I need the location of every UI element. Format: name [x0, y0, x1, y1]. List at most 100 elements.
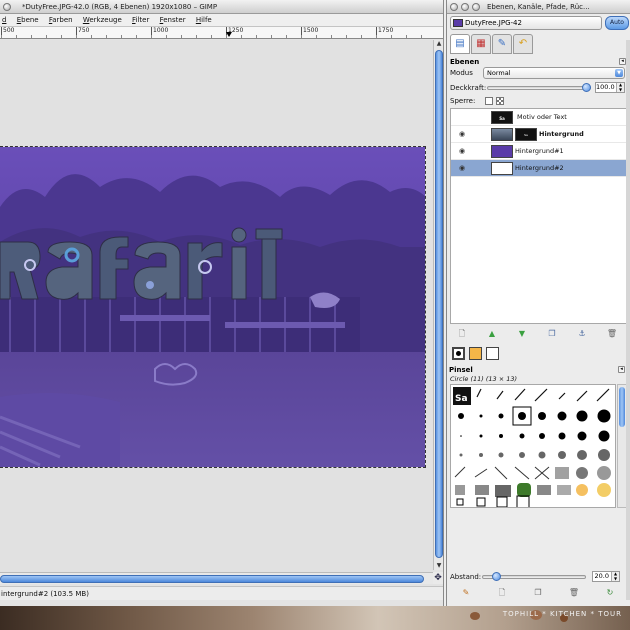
- layer-row[interactable]: ◉ Hintergrund#1: [451, 143, 626, 160]
- menu-item-windows[interactable]: Fenster: [158, 14, 192, 26]
- eye-icon[interactable]: ◉: [456, 130, 468, 139]
- tab-paths[interactable]: ✎: [492, 34, 512, 54]
- spin-arrows-icon[interactable]: ▲ ▼: [616, 82, 624, 92]
- ruler-label: 750: [76, 27, 89, 38]
- zoom-icon[interactable]: [472, 3, 480, 11]
- brush-panel-empty-space: [450, 508, 627, 568]
- delete-layer-icon[interactable]: 🗑: [606, 328, 618, 340]
- menu-item-help[interactable]: Hilfe: [194, 14, 218, 26]
- edit-brush-icon[interactable]: ✎: [460, 587, 472, 599]
- auto-button[interactable]: Auto: [605, 16, 629, 30]
- watermark: TOPHILL * KITCHEN * TOUR: [502, 610, 622, 618]
- layer-row[interactable]: ◉ Sa Hintergrund: [451, 126, 626, 143]
- ruler-minor-tick: [76, 35, 77, 38]
- ruler-minor-tick: [1, 35, 2, 38]
- brush-thumbnails: Sa: [453, 387, 611, 507]
- spacing-spinbox[interactable]: 20.0 ▲ ▼: [592, 571, 620, 582]
- dock-titlebar[interactable]: Ebenen, Kanäle, Pfade, Rüc...: [447, 0, 630, 14]
- panel-config-icon[interactable]: ◂: [619, 58, 626, 65]
- vertical-scroll-thumb[interactable]: [435, 50, 443, 558]
- spin-arrows-icon[interactable]: ▲ ▼: [611, 571, 619, 581]
- minimize-icon[interactable]: [461, 3, 469, 11]
- layer-row[interactable]: Sa Motiv oder Text: [451, 109, 626, 126]
- delete-brush-icon[interactable]: 🗑: [568, 587, 580, 599]
- photo-content: [0, 147, 425, 467]
- horizontal-scroll-thumb[interactable]: [0, 575, 424, 583]
- image-window: *DutyFree.JPG-42.0 (RGB, 4 Ebenen) 1920x…: [0, 0, 444, 606]
- current-brush-label: Circle (11) (13 × 13): [450, 375, 518, 383]
- lock-alpha-icon[interactable]: [496, 97, 504, 105]
- scroll-up-icon[interactable]: ▲: [435, 40, 443, 48]
- menu-bar: d Ebene Farben Werkzeuge Filter Fenster …: [0, 14, 443, 27]
- duplicate-brush-icon[interactable]: ❐: [532, 587, 544, 599]
- new-brush-icon[interactable]: 🗋: [496, 587, 508, 599]
- lock-label: Sperre:: [450, 97, 476, 105]
- paths-icon: ✎: [497, 38, 507, 49]
- ruler-minor-tick: [421, 35, 422, 38]
- vertical-scrollbar[interactable]: ▲ ▼: [433, 40, 443, 570]
- layer-row[interactable]: ◉ Hintergrund#2: [451, 160, 626, 177]
- menu-item-image[interactable]: d: [0, 14, 12, 26]
- tab-patterns[interactable]: [469, 347, 482, 360]
- layers-list[interactable]: Sa Motiv oder Text ◉ Sa Hintergrund ◉ Hi…: [450, 108, 627, 324]
- brush-scroll-thumb[interactable]: [619, 387, 625, 427]
- menu-item-layer[interactable]: Ebene: [15, 14, 45, 26]
- close-icon[interactable]: [3, 3, 11, 11]
- layer-mask-thumbnail[interactable]: Sa: [515, 128, 537, 141]
- tab-brushes[interactable]: [452, 347, 465, 360]
- dock-right-edge: [626, 40, 630, 600]
- canvas-area[interactable]: [0, 40, 434, 572]
- layer-thumbnail: Sa: [491, 111, 513, 124]
- close-icon[interactable]: [450, 3, 458, 11]
- layers-button-bar: 🗋 ▲ ▼ ❐ ⚓ 🗑: [450, 327, 627, 341]
- opacity-slider[interactable]: [487, 86, 591, 90]
- ruler-minor-tick: [346, 35, 347, 38]
- menu-item-colors[interactable]: Farben: [47, 14, 79, 26]
- image-window-titlebar[interactable]: *DutyFree.JPG-42.0 (RGB, 4 Ebenen) 1920x…: [0, 0, 443, 14]
- layer-name: Motiv oder Text: [517, 113, 567, 121]
- layer-thumbnail: [491, 162, 513, 175]
- layer-thumbnail: [491, 128, 513, 141]
- menu-item-filters[interactable]: Filter: [130, 14, 155, 26]
- horizontal-scrollbar[interactable]: [0, 572, 434, 584]
- navigate-icon[interactable]: ✥: [433, 572, 443, 584]
- brush-dot-icon: [456, 351, 461, 356]
- refresh-brushes-icon[interactable]: ↻: [604, 587, 616, 599]
- image-selector[interactable]: DutyFree.JPG-42: [450, 16, 602, 30]
- image-canvas[interactable]: [0, 146, 426, 468]
- tab-undo-history[interactable]: ↶: [513, 34, 533, 54]
- lock-pixels-checkbox[interactable]: [485, 97, 493, 105]
- layer-name: Hintergrund#1: [515, 147, 564, 155]
- menu-item-tools[interactable]: Werkzeuge: [81, 14, 128, 26]
- tab-gradients[interactable]: [486, 347, 499, 360]
- eye-icon[interactable]: ◉: [456, 164, 468, 173]
- opacity-spinbox[interactable]: 100.0 ▲ ▼: [595, 82, 625, 93]
- opacity-slider-knob[interactable]: [582, 83, 591, 92]
- spacing-label: Abstand:: [450, 573, 482, 581]
- ruler-minor-tick: [136, 35, 137, 38]
- undo-history-icon: ↶: [518, 38, 528, 49]
- spacing-slider-knob[interactable]: [492, 572, 501, 581]
- tab-layers[interactable]: ▤: [450, 34, 470, 54]
- brush-grid[interactable]: Sa: [450, 384, 616, 508]
- anchor-layer-icon[interactable]: ⚓: [576, 328, 588, 340]
- ruler-minor-tick: [406, 35, 407, 38]
- scroll-down-icon[interactable]: ▼: [435, 562, 443, 570]
- eye-icon[interactable]: ◉: [456, 147, 468, 156]
- ruler-minor-tick: [301, 35, 302, 38]
- new-layer-icon[interactable]: 🗋: [456, 328, 468, 340]
- status-text: intergrund#2 (103.5 MB): [1, 590, 89, 598]
- channels-icon: ▦: [476, 38, 486, 49]
- ruler-minor-tick: [331, 35, 332, 38]
- dock-title: Ebenen, Kanäle, Pfade, Rüc...: [487, 3, 590, 11]
- raise-layer-icon[interactable]: ▲: [486, 328, 498, 340]
- panel-config-icon[interactable]: ◂: [618, 366, 625, 373]
- ruler-minor-tick: [241, 35, 242, 38]
- tab-channels[interactable]: ▦: [471, 34, 491, 54]
- horizontal-ruler[interactable]: 500 750 1000 1250 1500 1750: [0, 27, 443, 39]
- duplicate-layer-icon[interactable]: ❐: [546, 328, 558, 340]
- ruler-minor-tick: [361, 35, 362, 38]
- opacity-label: Deckkraft:: [450, 84, 487, 92]
- mode-dropdown[interactable]: Normal ▼: [483, 67, 625, 79]
- lower-layer-icon[interactable]: ▼: [516, 328, 528, 340]
